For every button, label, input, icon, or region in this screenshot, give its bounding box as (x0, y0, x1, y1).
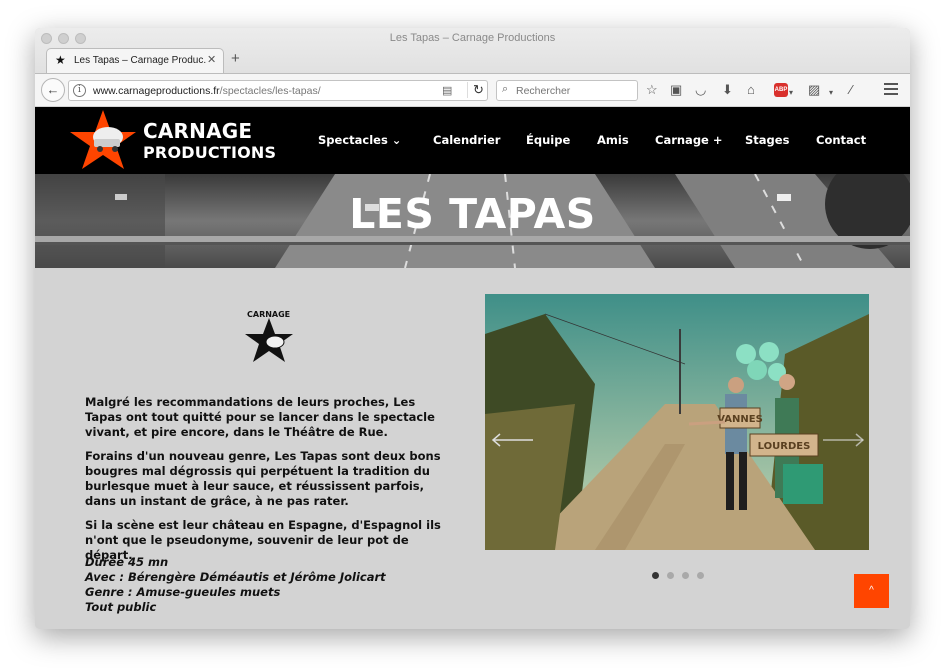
screenshot-icon[interactable]: ▨ (808, 83, 820, 97)
slider-dot-1[interactable] (652, 572, 659, 579)
carnage-star-logo-icon[interactable] (68, 109, 138, 171)
star-favicon-icon: ★ (55, 53, 66, 67)
slide-photo-hitchhikers: VANNES LOURDES (485, 294, 869, 550)
hero-banner: LES TAPAS (35, 174, 910, 268)
pocket-icon[interactable]: ◡ (695, 83, 706, 97)
info-genre: Genre : Amuse-gueules muets (85, 585, 281, 599)
tab-label: Les Tapas – Carnage Produc... (74, 55, 206, 66)
sign-lourdes-text: LOURDES (758, 441, 811, 452)
adblock-icon[interactable]: ABP (774, 83, 788, 97)
search-input[interactable] (516, 84, 634, 98)
url-bar[interactable]: i www.carnageproductions.fr/spectacles/l… (68, 80, 488, 101)
url-text[interactable]: www.carnageproductions.fr/spectacles/les… (93, 85, 321, 97)
home-icon[interactable]: ⌂ (747, 83, 755, 97)
url-domain: www.carnageproductions.fr (93, 85, 220, 97)
adblock-dropdown-icon[interactable]: ▾ (789, 86, 793, 100)
slider-dot-2[interactable] (667, 572, 674, 579)
scroll-to-top-button[interactable]: ^ (854, 574, 889, 608)
reload-icon[interactable]: ↻ (467, 82, 484, 98)
logo-text-productions[interactable]: PRODUCTIONS (143, 143, 276, 162)
page-viewport: CARNAGE PRODUCTIONS Spectacles ⌄ Calendr… (35, 107, 910, 629)
bookmark-star-icon[interactable]: ☆ (646, 83, 658, 97)
info-icon[interactable]: i (73, 84, 86, 97)
reader-view-icon[interactable]: ▤ (442, 84, 452, 97)
url-path: /spectacles/les-tapas/ (219, 85, 321, 97)
nav-carnage-plus[interactable]: Carnage + (655, 133, 723, 147)
slider-prev-arrow-icon[interactable] (491, 433, 535, 447)
info-audience: Tout public (85, 600, 157, 614)
search-bar[interactable]: ⌕ (496, 80, 638, 101)
info-duration: Durée 45 mn (85, 555, 169, 569)
nav-amis[interactable]: Amis (597, 133, 629, 147)
tab-les-tapas[interactable]: ★ Les Tapas – Carnage Produc... ✕ (46, 48, 224, 73)
slider-next-arrow-icon[interactable] (821, 433, 865, 447)
image-slider[interactable]: VANNES LOURDES (485, 294, 869, 550)
small-logo-text: CARNAGE (247, 310, 291, 319)
description-paragraph-1: Malgré les recommandations de leurs proc… (85, 395, 435, 439)
tab-close-icon[interactable]: ✕ (207, 53, 216, 66)
clipboard-icon[interactable]: ▣ (670, 83, 682, 97)
window-title: Les Tapas – Carnage Productions (389, 32, 556, 44)
magic-wand-icon[interactable]: ⁄ (850, 83, 852, 97)
nav-contact[interactable]: Contact (816, 133, 866, 147)
screenshot-dropdown-icon[interactable]: ▾ (829, 86, 833, 100)
nav-calendrier[interactable]: Calendrier (433, 133, 500, 147)
browser-window: Les Tapas – Carnage Productions ★ Les Ta… (35, 28, 910, 629)
description-paragraph-2: Forains d'un nouveau genre, Les Tapas so… (85, 449, 441, 508)
page-title: LES TAPAS (349, 190, 596, 238)
site-header: CARNAGE PRODUCTIONS Spectacles ⌄ Calendr… (35, 107, 910, 174)
back-arrow-icon[interactable]: ← (41, 78, 65, 102)
search-icon: ⌕ (502, 83, 509, 95)
nav-equipe[interactable]: Équipe (526, 133, 570, 147)
nav-stages[interactable]: Stages (745, 133, 789, 147)
info-cast: Avec : Bérengère Déméautis et Jérôme Jol… (85, 570, 386, 584)
slider-dot-3[interactable] (682, 572, 689, 579)
browser-titlebar: Les Tapas – Carnage Productions ★ Les Ta… (35, 28, 910, 106)
logo-text-carnage[interactable]: CARNAGE (143, 119, 252, 143)
new-tab-button[interactable]: + (231, 50, 240, 67)
nav-spectacles[interactable]: Spectacles ⌄ (318, 133, 401, 147)
hamburger-menu-icon[interactable] (884, 83, 898, 95)
slider-dot-4[interactable] (697, 572, 704, 579)
navigation-toolbar: ← i www.carnageproductions.fr/spectacles… (35, 73, 910, 106)
download-icon[interactable]: ⬇ (722, 83, 733, 97)
